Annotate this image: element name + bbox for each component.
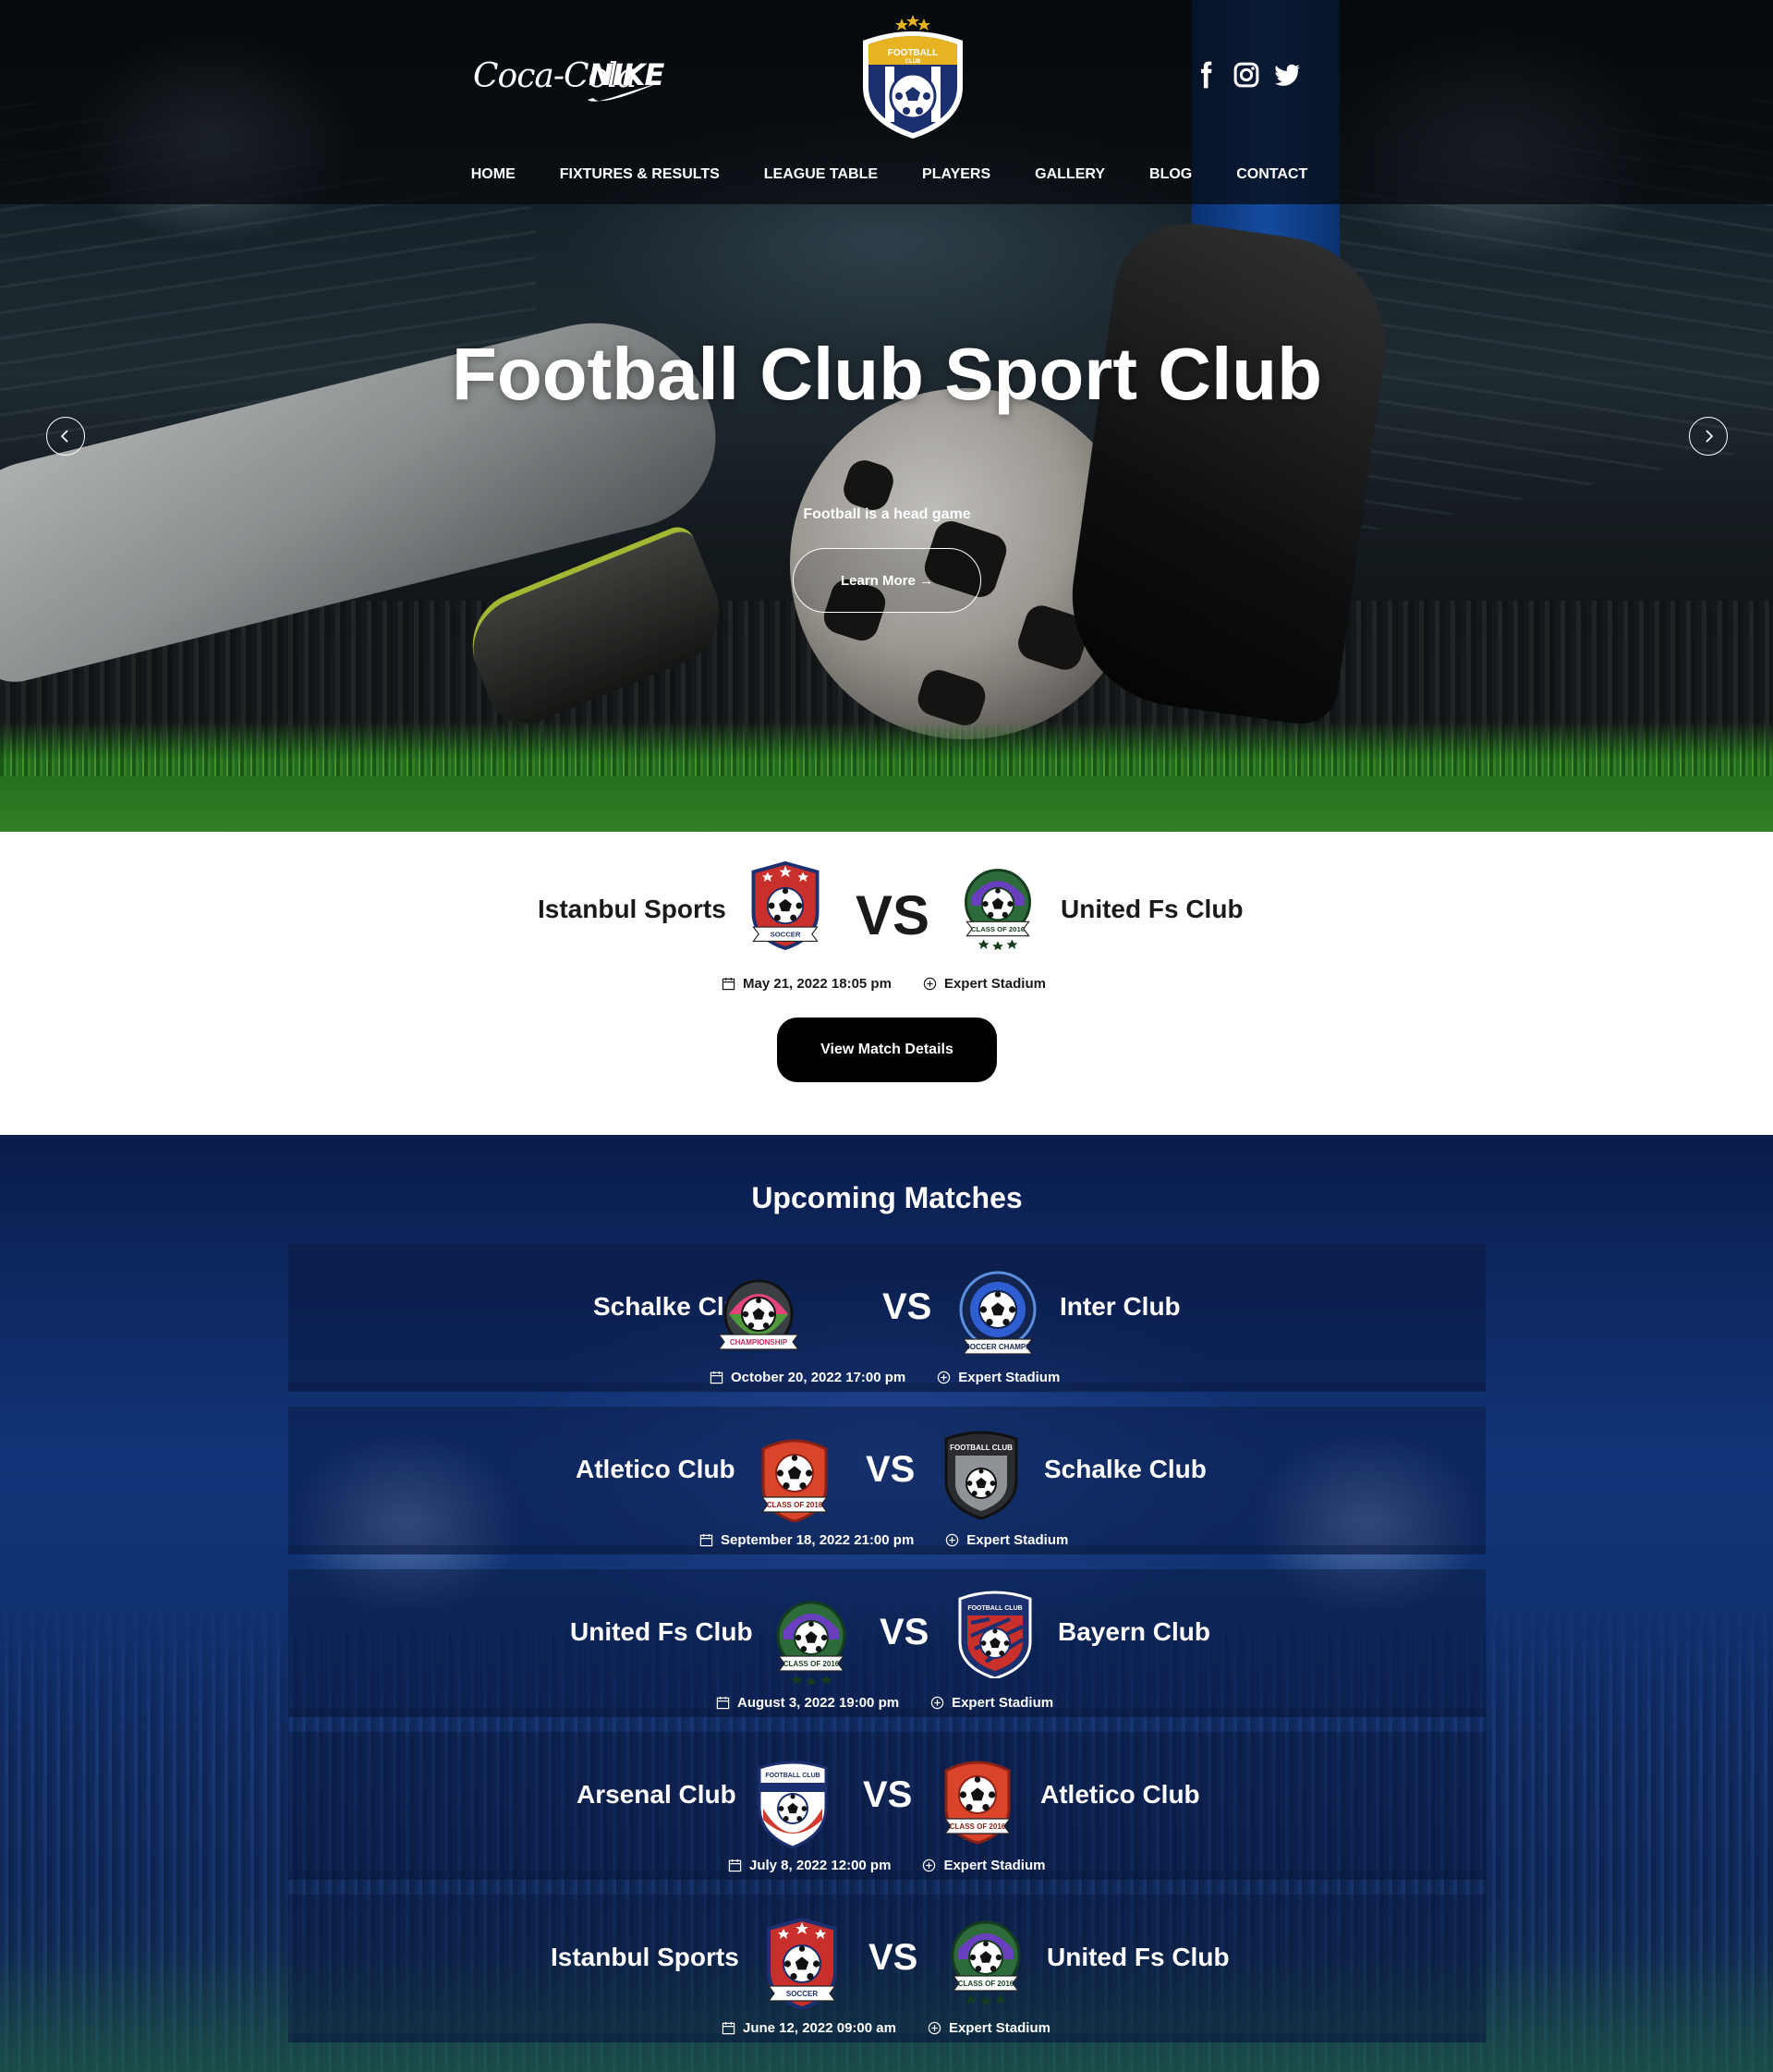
upcoming-away-badge: FOOTBALL CLUB [935,1421,1027,1523]
nav-blog[interactable]: BLOG [1149,166,1192,183]
upcoming-match-date: June 12, 2022 09:00 am [743,2020,896,2036]
instagram-icon[interactable] [1233,61,1260,89]
svg-text:FOOTBALL: FOOTBALL [888,48,938,58]
chevron-right-icon [1706,430,1714,443]
upcoming-away-badge: FOOTBALL CLUB [949,1586,1041,1678]
svg-text:CLASS OF 2016: CLASS OF 2016 [950,1822,1006,1831]
page: Coca-Cola NIKE FOOTBALL CLUB HOME FIXTUR… [0,0,1773,2072]
upcoming-home-team: Istanbul Sports [551,1943,739,1971]
slider-prev-button[interactable] [46,417,85,456]
nav-league-table[interactable]: LEAGUE TABLE [764,166,878,183]
featured-away-team: United Fs Club [1061,895,1244,923]
upcoming-match-venue: Expert Stadium [966,1532,1069,1548]
upcoming-match-meta: August 3, 2022 19:00 pm Expert Stadium [716,1695,1053,1711]
location-icon [938,1371,951,1384]
location-icon [930,1696,944,1710]
svg-text:SOCCER: SOCCER [786,1990,818,1998]
calendar-icon [728,1859,742,1872]
upcoming-away-team: Bayern Club [1058,1617,1210,1646]
site-header: Coca-Cola NIKE FOOTBALL CLUB HOME FIXTUR… [0,0,1773,204]
upcoming-match-meta: June 12, 2022 09:00 am Expert Stadium [722,2020,1050,2036]
nav-players[interactable]: PLAYERS [922,166,990,183]
club-logo[interactable]: FOOTBALL CLUB [857,13,968,142]
upcoming-vs-label: VS [863,1774,913,1815]
location-icon [946,1533,959,1547]
hero-section: Coca-Cola NIKE FOOTBALL CLUB HOME FIXTUR… [0,0,1773,832]
upcoming-matches-title: Upcoming Matches [751,1181,1023,1214]
upcoming-home-badge: SOCCER [756,1913,848,2015]
nav-home[interactable]: HOME [471,166,516,183]
svg-text:CLASS OF 2016: CLASS OF 2016 [767,1501,823,1509]
twitter-icon[interactable] [1273,61,1301,89]
location-icon [928,2021,941,2035]
upcoming-match-venue: Expert Stadium [948,2020,1050,2036]
hero-subtitle: Football is a head game [803,506,971,522]
svg-text:FOOTBALL CLUB: FOOTBALL CLUB [950,1444,1013,1452]
upcoming-vs-label: VS [868,1937,918,1978]
upcoming-home-badge: CLASS OF 2016 [748,1431,841,1523]
featured-match-date: May 21, 2022 18:05 pm [743,976,892,992]
upcoming-away-badge: SOCCER CHAMPS [952,1264,1044,1366]
facebook-icon[interactable] [1192,61,1220,89]
svg-text:CLASS OF 2016: CLASS OF 2016 [958,1980,1014,1988]
calendar-icon [699,1533,713,1547]
upcoming-away-badge: CLASS OF 2016 [929,1752,1026,1845]
calendar-icon [710,1371,723,1384]
upcoming-match-date: October 20, 2022 17:00 pm [731,1370,906,1385]
svg-text:CLASS OF 2016: CLASS OF 2016 [971,925,1025,933]
hero-title: Football Club Sport Club [451,333,1323,415]
upcoming-match-meta: September 18, 2022 21:00 pm Expert Stadi… [699,1532,1068,1548]
nav-contact[interactable]: CONTACT [1236,166,1307,183]
featured-vs-label: VS [856,884,930,946]
slider-next-button[interactable] [1689,417,1728,456]
nav-gallery[interactable]: GALLERY [1035,166,1105,183]
svg-text:SOCCER: SOCCER [771,931,801,939]
svg-text:FOOTBALL CLUB: FOOTBALL CLUB [967,1605,1022,1612]
upcoming-away-team: Schalke Club [1044,1455,1207,1483]
svg-text:CLUB: CLUB [905,59,921,65]
nav-fixtures-results[interactable]: FIXTURES & RESULTS [560,166,720,183]
upcoming-home-badge: CHAMPIONSHIP [708,1274,809,1366]
chevron-left-icon [60,430,68,443]
main-nav: HOME FIXTURES & RESULTS LEAGUE TABLE PLA… [0,166,1773,183]
featured-home-team: Istanbul Sports [538,895,726,923]
upcoming-away-team: Atletico Club [1040,1780,1200,1809]
nike-swoosh-icon [588,83,658,102]
location-icon [923,1859,936,1872]
location-icon [923,977,937,991]
upcoming-match-date: August 3, 2022 19:00 pm [737,1695,900,1711]
featured-match-meta: May 21, 2022 18:05 pm Expert Stadium [722,976,1046,992]
upcoming-home-team: United Fs Club [570,1617,753,1646]
svg-text:CHAMPIONSHIP: CHAMPIONSHIP [730,1338,788,1347]
calendar-icon [722,2021,735,2035]
featured-home-badge: SOCCER [741,861,830,950]
learn-more-button[interactable]: Learn More → [793,548,981,613]
upcoming-home-team: Atletico Club [576,1455,735,1483]
upcoming-home-badge: CLASS OF 2016 [763,1593,859,1686]
upcoming-vs-label: VS [880,1612,929,1652]
upcoming-vs-label: VS [866,1449,916,1490]
upcoming-match-venue: Expert Stadium [958,1370,1061,1385]
upcoming-match-meta: October 20, 2022 17:00 pm Expert Stadium [710,1370,1060,1385]
calendar-icon [716,1696,730,1710]
svg-text:FOOTBALL CLUB: FOOTBALL CLUB [765,1773,820,1779]
upcoming-match-date: July 8, 2022 12:00 pm [749,1858,892,1873]
view-match-details-button[interactable]: View Match Details [777,1018,997,1082]
upcoming-home-team: Arsenal Club [577,1780,736,1809]
featured-away-badge: CLASS OF 2016 [946,861,1050,950]
social-links [1192,61,1301,89]
upcoming-match-date: September 18, 2022 21:00 pm [721,1532,915,1548]
upcoming-away-badge: CLASS OF 2016 [935,1913,1037,2005]
featured-match-venue: Expert Stadium [943,976,1046,992]
upcoming-home-badge: FOOTBALL CLUB [747,1752,839,1850]
calendar-icon [722,977,735,991]
upcoming-match-venue: Expert Stadium [943,1858,1046,1873]
upcoming-match-meta: July 8, 2022 12:00 pm Expert Stadium [728,1858,1045,1873]
svg-text:SOCCER CHAMPS: SOCCER CHAMPS [965,1343,1031,1351]
upcoming-match-venue: Expert Stadium [952,1695,1054,1711]
upcoming-vs-label: VS [882,1286,932,1327]
svg-text:CLASS OF 2016: CLASS OF 2016 [783,1660,840,1668]
upcoming-away-team: United Fs Club [1047,1943,1230,1971]
upcoming-away-team: Inter Club [1060,1292,1181,1321]
